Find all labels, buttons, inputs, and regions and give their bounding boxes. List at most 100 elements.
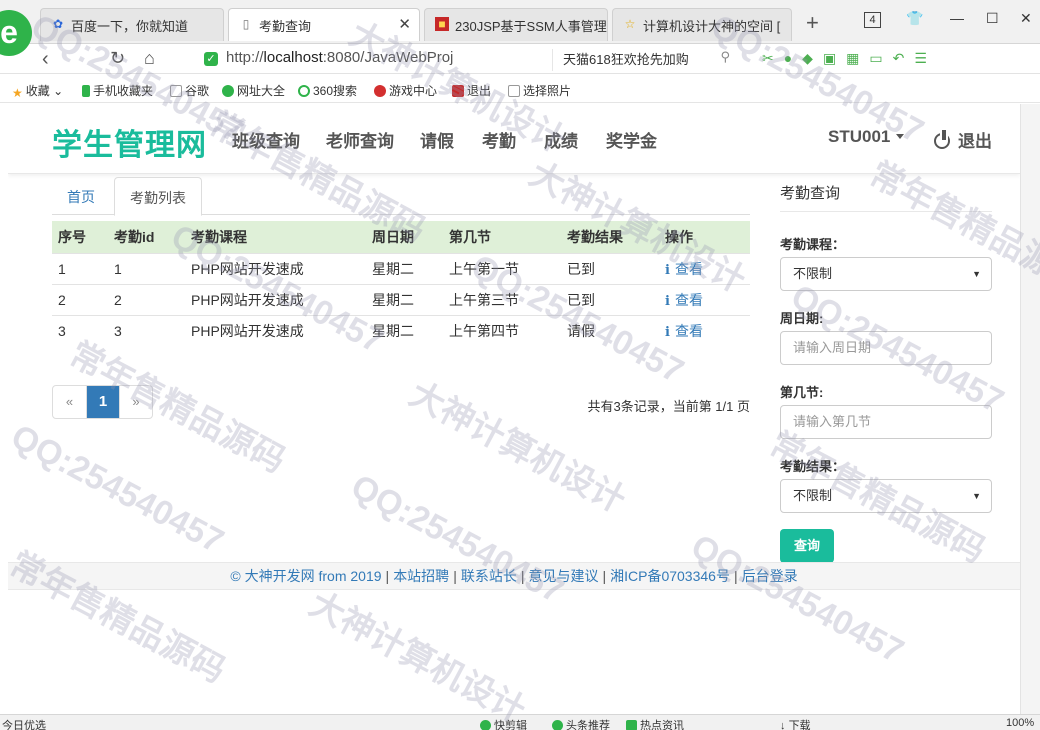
footer-link-jobs[interactable]: 本站招聘 (393, 568, 449, 584)
back-icon[interactable]: ‹ (42, 48, 49, 71)
site-navbar: 学生管理网 班级查询 老师查询 请假 考勤 成绩 奖学金 STU001 退出 (8, 104, 1020, 174)
table-row: 1 1 PHP网站开发速成 星期二 上午第一节 已到 i 查看 (52, 252, 750, 284)
url-input[interactable]: ✓ http://localhost:8080/JavaWebProj (200, 49, 548, 71)
cell-course: PHP网站开发速成 (185, 283, 366, 315)
status-quick-clip[interactable]: 快剪辑 (480, 717, 527, 730)
close-window-icon[interactable]: ✕ (1020, 10, 1032, 27)
bookmark-select-photo[interactable]: 选择照片 (508, 82, 571, 99)
nav-grades[interactable]: 成绩 (544, 127, 578, 152)
status-daily-picks[interactable]: 今日优选 (2, 717, 46, 730)
browser-tab-space[interactable]: ☆ 计算机设计大神的空间 [ (612, 8, 792, 41)
vertical-scrollbar[interactable] (1020, 104, 1040, 714)
bookmark-favorites[interactable]: ★ 收藏 ⌄ (12, 82, 63, 100)
bookmark-logout[interactable]: 退出 (452, 82, 491, 99)
bookmark-games[interactable]: 游戏中心 (374, 82, 437, 99)
reload-icon[interactable]: ↻ (110, 48, 125, 69)
course-select[interactable]: 不限制 ▼ (780, 257, 992, 291)
caret-down-icon (896, 134, 905, 139)
bookmark-mobile[interactable]: 手机收藏夹 (82, 82, 153, 99)
section-label: 第几节: (780, 385, 824, 400)
tab-home[interactable]: 首页 (52, 177, 110, 216)
search-suggestion[interactable]: 天猫618狂欢抢先加购 ⚲ (552, 49, 742, 71)
content-tabs: 首页 考勤列表 (52, 177, 750, 216)
footer-link-admin-login[interactable]: 后台登录 (742, 568, 798, 584)
col-id: 考勤id (108, 221, 185, 253)
status-headline[interactable]: 头条推荐 (552, 717, 610, 730)
close-tab-icon[interactable]: ✕ (398, 15, 411, 33)
col-weekday: 周日期 (366, 221, 443, 253)
extension-icons[interactable]: ✂●◆▣▦▭↶☰ (762, 50, 937, 67)
cell-result: 已到 (561, 283, 659, 315)
table-row: 2 2 PHP网站开发速成 星期二 上午第三节 已到 i 查看 (52, 283, 750, 315)
cell-weekday: 星期二 (366, 283, 443, 315)
status-download[interactable]: ↓ 下载 (780, 717, 811, 730)
view-link[interactable]: i 查看 (659, 314, 750, 346)
headline-icon (552, 720, 563, 730)
site-brand[interactable]: 学生管理网 (52, 120, 207, 164)
logout-button[interactable]: 退出 (934, 127, 992, 152)
cell-id: 1 (108, 252, 185, 284)
cell-id: 2 (108, 283, 185, 315)
record-summary: 共有3条记录，当前第 1/1 页 (587, 399, 750, 414)
browser-tab-bar: e ✿ 百度一下，你就知道 ▯ 考勤查询 ✕ ■ 230JSP基于SSM人事管理… (0, 0, 1040, 56)
browser-tab-baidu[interactable]: ✿ 百度一下，你就知道 (40, 8, 224, 41)
bookmark-site-nav[interactable]: 网址大全 (222, 82, 285, 99)
section-input[interactable]: 请输入第几节 (780, 405, 992, 439)
col-no: 序号 (52, 221, 108, 253)
weekday-input[interactable]: 请输入周日期 (780, 331, 992, 365)
prev-page-button[interactable]: « (53, 386, 86, 418)
cell-section: 上午第四节 (443, 314, 561, 346)
view-link[interactable]: i 查看 (659, 252, 750, 284)
next-page-button[interactable]: » (119, 386, 152, 418)
footer-copyright[interactable]: © 大神开发网 from 2019 (230, 568, 381, 584)
user-dropdown[interactable]: STU001 (828, 127, 905, 147)
result-label: 考勤结果： (780, 459, 846, 474)
red-square-icon: ■ (435, 17, 449, 31)
nav-class-query[interactable]: 班级查询 (232, 127, 300, 152)
cell-no: 2 (52, 283, 108, 315)
skin-shirt-icon[interactable]: 👕 (906, 10, 923, 27)
tab-count-badge[interactable]: 4 (864, 12, 881, 28)
maximize-icon[interactable]: ☐ (986, 10, 999, 27)
footer-link-contact[interactable]: 联系站长 (461, 568, 517, 584)
query-button[interactable]: 查询 (780, 529, 834, 563)
status-zoom[interactable]: 100% (1006, 717, 1034, 729)
status-hot-news[interactable]: 热点资讯 (626, 717, 684, 730)
search-icon[interactable]: ⚲ (720, 49, 730, 65)
dropdown-arrow-icon: ▼ (972, 269, 981, 279)
tab-attendance-list[interactable]: 考勤列表 (114, 177, 202, 216)
nav-attendance[interactable]: 考勤 (482, 127, 516, 152)
browser-tab-ssm[interactable]: ■ 230JSP基于SSM人事管理 (424, 8, 608, 41)
browser-tab-attendance[interactable]: ▯ 考勤查询 ✕ (228, 8, 420, 41)
site-footer: © 大神开发网 from 2019 | 本站招聘 | 联系站长 | 意见与建议 | 湘ICP备0… (8, 562, 1020, 590)
pagination: « 1 » (52, 385, 153, 419)
home-icon[interactable]: ⌂ (144, 48, 155, 69)
web-page: 学生管理网 班级查询 老师查询 请假 考勤 成绩 奖学金 STU001 退出 首… (8, 104, 1020, 714)
footer-link-feedback[interactable]: 意见与建议 (528, 568, 598, 584)
cell-course: PHP网站开发速成 (185, 314, 366, 346)
bookmark-google[interactable]: 谷歌 (170, 82, 209, 99)
new-tab-icon[interactable]: + (806, 10, 819, 36)
nav-leave[interactable]: 请假 (420, 127, 454, 152)
search-panel-title: 考勤查询 (780, 182, 992, 212)
minimize-icon[interactable]: — (950, 10, 964, 26)
nav-scholarship[interactable]: 奖学金 (606, 127, 657, 152)
baidu-paw-icon: ✿ (52, 17, 64, 31)
table-row: 3 3 PHP网站开发速成 星期二 上午第四节 请假 i 查看 (52, 314, 750, 346)
cell-result: 请假 (561, 314, 659, 346)
result-select[interactable]: 不限制 ▼ (780, 479, 992, 513)
nav-teacher-query[interactable]: 老师查询 (326, 127, 394, 152)
info-icon: i (665, 324, 670, 340)
page-1-button[interactable]: 1 (86, 386, 119, 418)
dropdown-arrow-icon: ▼ (972, 491, 981, 501)
cell-no: 1 (52, 252, 108, 284)
footer-link-icp[interactable]: 湘ICP备0703346号 (610, 568, 730, 584)
view-link[interactable]: i 查看 (659, 283, 750, 315)
bookmarks-bar: ★ 收藏 ⌄ 手机收藏夹 谷歌 网址大全 360搜索 游戏中心 退出 选择照片 (0, 75, 1040, 103)
cell-weekday: 星期二 (366, 314, 443, 346)
power-icon (934, 130, 950, 149)
address-bar: ‹ ↻ ⌂ ✓ http://localhost:8080/JavaWebPro… (0, 44, 1040, 74)
weekday-label: 周日期: (780, 311, 824, 326)
bookmark-360-search[interactable]: 360搜索 (298, 82, 357, 99)
cell-section: 上午第三节 (443, 283, 561, 315)
